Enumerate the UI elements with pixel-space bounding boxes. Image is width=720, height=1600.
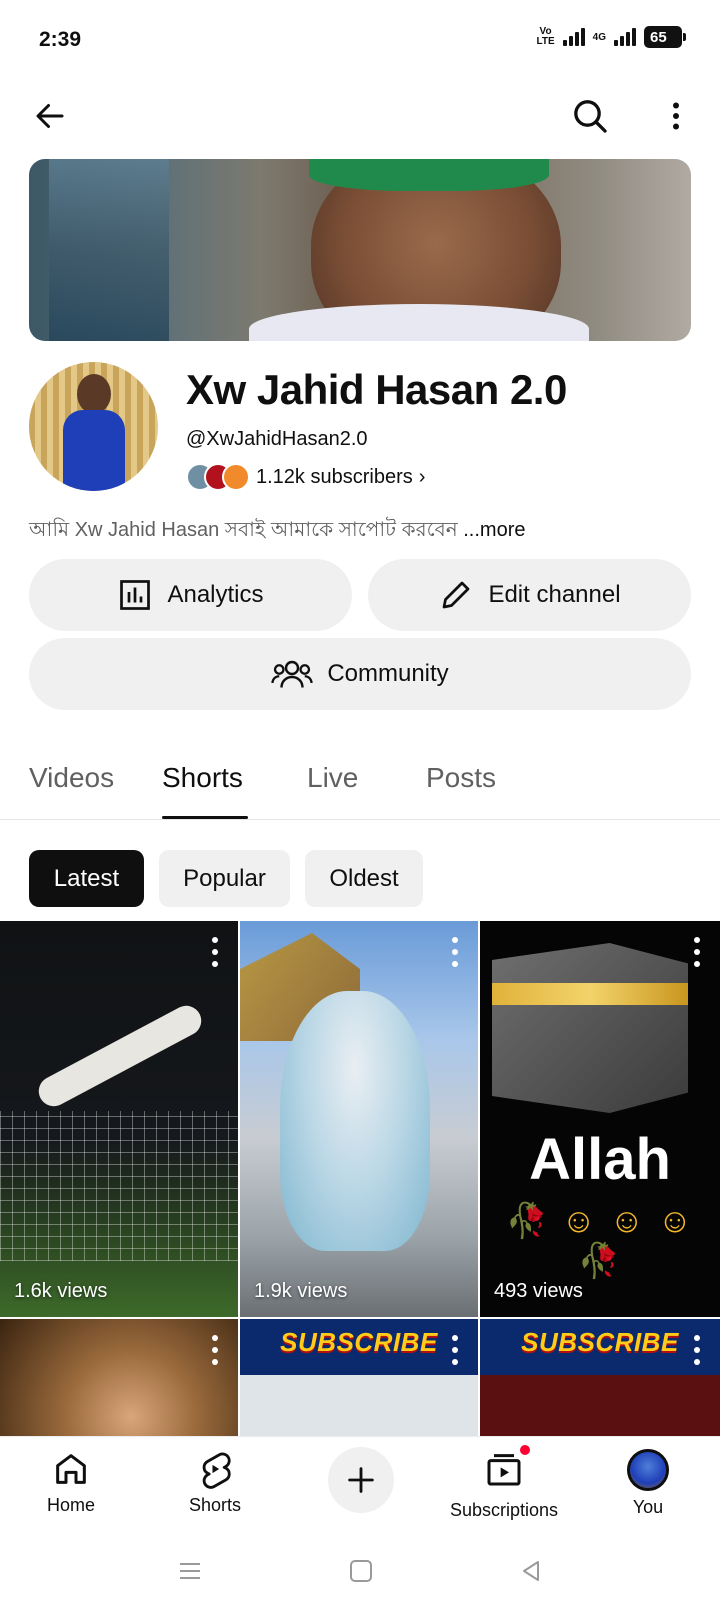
avatar <box>627 1449 669 1491</box>
home-icon <box>56 1454 86 1484</box>
short-thumbnail[interactable]: 1.9k views <box>240 921 478 1317</box>
menu-icon <box>180 1563 200 1579</box>
subscriber-avatars <box>186 462 252 492</box>
chip-oldest[interactable]: Oldest <box>305 850 423 907</box>
more-vertical-icon[interactable] <box>446 1335 464 1365</box>
recents-button[interactable] <box>175 1556 205 1586</box>
nav-you-label: You <box>632 1497 664 1517</box>
community-label: Community <box>327 660 449 687</box>
create-button[interactable] <box>328 1447 394 1513</box>
short-thumbnail[interactable]: Allah 🥀 ☺ ☺ ☺ 🥀 493 views <box>480 921 720 1317</box>
status-icons: Vo LTE 4G 65 <box>536 26 686 48</box>
status-bar: 2:39 Vo LTE 4G 65 <box>0 0 720 80</box>
short-overlay-text: SUBSCRIBE <box>280 1327 438 1357</box>
more-vertical-icon[interactable] <box>206 937 224 967</box>
community-icon <box>271 660 313 688</box>
short-views: 493 views <box>494 1280 583 1302</box>
channel-avatar[interactable] <box>29 362 158 491</box>
search-button[interactable] <box>566 92 614 140</box>
shorts-grid: 1.6k views 1.9k views Allah 🥀 ☺ ☺ ☺ 🥀 49… <box>0 921 720 1436</box>
short-thumbnail[interactable]: 1.6k views <box>0 921 238 1317</box>
more-options-button[interactable] <box>652 92 700 140</box>
battery-icon: 65 <box>644 26 686 48</box>
short-views: 1.9k views <box>254 1280 348 1302</box>
more-vertical-icon[interactable] <box>206 1335 224 1365</box>
tab-posts[interactable]: Posts <box>426 762 496 794</box>
tab-live[interactable]: Live <box>307 762 358 794</box>
notification-dot <box>518 1443 532 1457</box>
bottom-navigation: Home Shorts Subscriptions You <box>0 1436 720 1540</box>
channel-banner[interactable] <box>29 159 691 341</box>
nav-subscriptions[interactable]: Subscriptions <box>444 1443 564 1521</box>
more-vertical-icon[interactable] <box>688 1335 706 1365</box>
emoji-row: 🥀 ☺ ☺ ☺ 🥀 <box>505 1202 695 1280</box>
short-views: 1.6k views <box>14 1280 108 1302</box>
short-overlay-text: Allah <box>529 1127 671 1192</box>
channel-description[interactable]: আমি Xw Jahid Hasan সবাই আমাকে সাপোট করবে… <box>29 515 526 548</box>
edit-channel-button[interactable]: Edit channel <box>368 559 691 631</box>
back-system-button[interactable] <box>516 1556 546 1586</box>
channel-tabs: Videos Shorts Live Posts <box>0 730 720 820</box>
home-system-button[interactable] <box>346 1556 376 1586</box>
arrow-left-icon <box>36 104 64 128</box>
shorts-icon <box>202 1452 231 1489</box>
signal-icon <box>562 28 585 46</box>
battery-level: 65 <box>650 28 667 46</box>
nav-home-label: Home <box>46 1495 95 1515</box>
more-vertical-icon[interactable] <box>446 937 464 967</box>
nav-subscriptions-label: Subscriptions <box>449 1500 559 1520</box>
nav-shorts-label: Shorts <box>188 1495 242 1515</box>
community-button[interactable]: Community <box>29 638 691 710</box>
back-button[interactable] <box>26 92 74 140</box>
tab-shorts[interactable]: Shorts <box>162 762 243 794</box>
short-overlay-text: SUBSCRIBE <box>521 1327 679 1357</box>
channel-name: Xw Jahid Hasan 2.0 <box>186 366 567 413</box>
channel-handle: @XwJahidHasan2.0 <box>186 428 368 450</box>
chip-popular[interactable]: Popular <box>159 850 290 907</box>
chip-latest[interactable]: Latest <box>29 850 144 907</box>
subscriber-count: 1.12k subscribers <box>256 465 413 488</box>
subscribers-row[interactable]: 1.12k subscribers › <box>186 462 425 492</box>
status-time: 2:39 <box>39 28 82 51</box>
nav-you[interactable]: You <box>588 1449 708 1518</box>
kaaba-image <box>492 943 688 1113</box>
active-tab-indicator <box>162 816 248 819</box>
more-vertical-icon[interactable] <box>688 937 706 967</box>
analytics-button[interactable]: Analytics <box>29 559 352 631</box>
analytics-label: Analytics <box>167 581 264 608</box>
short-thumbnail[interactable]: SUBSCRIBE <box>480 1319 720 1436</box>
edit-channel-label: Edit channel <box>488 581 621 608</box>
nav-shorts[interactable]: Shorts <box>155 1449 275 1516</box>
search-icon <box>574 100 607 133</box>
description-text: আমি Xw Jahid Hasan সবাই আমাকে সাপোট করবে… <box>29 519 464 541</box>
nav-home[interactable]: Home <box>11 1449 131 1516</box>
triangle-back-icon <box>523 1561 539 1581</box>
more-vertical-icon <box>673 102 679 130</box>
top-app-bar <box>0 84 720 148</box>
network-type: 4G <box>592 31 606 43</box>
short-thumbnail[interactable]: SUBSCRIBE <box>240 1319 478 1436</box>
plus-icon <box>348 1467 374 1493</box>
tab-videos[interactable]: Videos <box>29 762 114 794</box>
pencil-icon <box>443 581 470 609</box>
system-navigation <box>0 1540 720 1600</box>
volte-icon: Vo LTE <box>536 26 555 47</box>
more-link[interactable]: ...more <box>463 519 525 541</box>
chevron-right-icon: › <box>418 465 426 488</box>
signal-icon-2 <box>614 28 636 46</box>
short-thumbnail[interactable] <box>0 1319 238 1436</box>
analytics-icon <box>120 580 151 610</box>
square-icon <box>350 1560 372 1582</box>
subscriptions-icon <box>487 1454 521 1486</box>
